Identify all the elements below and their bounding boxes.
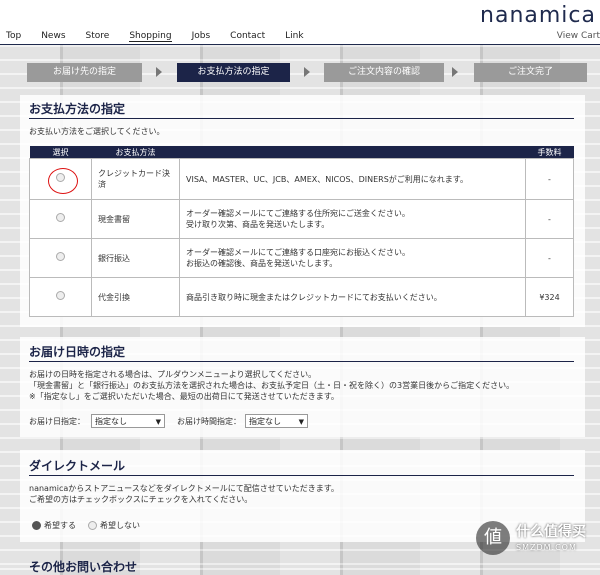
method-name: クレジットカード決済 (91, 158, 180, 200)
step-confirm: ご注文内容の確認 (324, 63, 444, 82)
watermark-text: 什么值得买 (516, 524, 586, 540)
radio-dm-yes[interactable] (32, 521, 41, 530)
chevron-down-icon: ▼ (155, 418, 161, 426)
method-fee: ¥324 (525, 277, 574, 317)
site-header: nanamica Top News Store Shopping Jobs Co… (0, 0, 600, 45)
nav-jobs[interactable]: Jobs (192, 31, 211, 42)
main-nav: Top News Store Shopping Jobs Contact Lin… (6, 31, 324, 42)
col-method: お支払方法 (91, 146, 180, 159)
delivery-title-rule (29, 361, 574, 362)
watermark: 値 什么值得买 SMZDM.COM (476, 517, 596, 561)
step-arrow-icon (452, 67, 458, 77)
payment-title-rule (29, 118, 574, 119)
payment-title: お支払方法の指定 (29, 102, 126, 116)
radio-cell (29, 238, 92, 278)
nav-top[interactable]: Top (6, 31, 21, 42)
delivery-line: 「現金書留」と「銀行振込」のお支払方法を選択された場合は、お支払予定日（土・日・… (29, 381, 515, 390)
method-fee: - (525, 238, 574, 278)
direct-mail-title-rule (29, 475, 574, 476)
radio-cod[interactable] (56, 291, 65, 300)
step-payment: お支払方法の指定 (177, 63, 290, 82)
radio-cash-registered[interactable] (56, 213, 65, 222)
table-row: クレジットカード決済 VISA、MASTER、UC、JCB、AMEX、NICOS… (29, 158, 574, 200)
direct-mail-line: ご希望の方はチェックボックスにチェックを入れてください。 (29, 495, 253, 504)
radio-dm-no[interactable] (88, 521, 97, 530)
method-fee: - (525, 199, 574, 239)
method-desc: オーダー確認メールにてご連絡する住所宛にご送金ください。 受け取り次第、商品を発… (179, 199, 526, 239)
step-arrow-icon (156, 67, 162, 77)
delivery-date-select[interactable]: 指定なし ▼ (91, 414, 165, 428)
col-desc (179, 146, 526, 159)
nav-news[interactable]: News (41, 31, 65, 42)
payment-instruction: お支払い方法をご選択してください。 (29, 127, 165, 136)
chevron-down-icon: ▼ (298, 418, 304, 426)
nav-store[interactable]: Store (86, 31, 110, 42)
radio-cell (29, 199, 92, 239)
table-header-row: 選択 お支払方法 手数料 (29, 146, 574, 159)
radio-bank-transfer[interactable] (56, 252, 65, 261)
step-arrow-icon (304, 67, 310, 77)
delivery-line: お届けの日時を指定される場合は、プルダウンメニューより選択してください。 (29, 370, 317, 379)
dm-no-label: 希望しない (100, 521, 140, 530)
col-fee: 手数料 (525, 146, 574, 159)
direct-mail-title: ダイレクトメール (29, 459, 126, 473)
payment-method-table: 選択 お支払方法 手数料 クレジットカード決済 VISA、MASTER、UC、J… (29, 146, 574, 317)
col-select: 選択 (29, 146, 92, 159)
radio-cell (29, 277, 92, 317)
method-desc: オーダー確認メールにてご連絡する口座宛にお振込ください。 お振込の確認後、商品を… (179, 238, 526, 278)
step-shipping: お届け先の指定 (27, 63, 142, 82)
direct-mail-line: nanamicaからストアニュースなどをダイレクトメールにて配信させていただきま… (29, 484, 339, 493)
site-logo[interactable]: nanamica (480, 3, 596, 28)
next-section-title: その他お問い合わせ (29, 560, 138, 574)
table-row: 現金書留 オーダー確認メールにてご連絡する住所宛にご送金ください。 受け取り次第… (29, 199, 574, 239)
delivery-time-select[interactable]: 指定なし ▼ (245, 414, 308, 428)
delivery-line: ※「指定なし」をご選択いただいた場合、最短の出荷日にて発送させていただきます。 (29, 392, 339, 401)
date-select-value: 指定なし (95, 417, 127, 426)
checkout-steps: お届け先の指定 お支払方法の指定 ご注文内容の確認 ご注文完了 (27, 63, 587, 82)
view-cart-link[interactable]: View Cart (557, 31, 600, 41)
table-row: 銀行振込 オーダー確認メールにてご連絡する口座宛にお振込ください。 お振込の確認… (29, 238, 574, 278)
method-desc: VISA、MASTER、UC、JCB、AMEX、NICOS、DINERSがご利用… (179, 158, 526, 200)
time-select-value: 指定なし (249, 417, 281, 426)
nav-contact[interactable]: Contact (230, 31, 265, 42)
method-desc: 商品引き取り時に現金またはクレジットカードにてお支払いください。 (179, 277, 526, 317)
highlight-circle (48, 168, 78, 194)
nav-divider (0, 44, 600, 45)
step-complete: ご注文完了 (474, 63, 587, 82)
time-label: お届け時間指定： (177, 417, 241, 426)
table-row: 代金引換 商品引き取り時に現金またはクレジットカードにてお支払いください。 ¥3… (29, 277, 574, 317)
watermark-logo-icon: 値 (476, 521, 510, 555)
method-name: 代金引換 (91, 277, 180, 317)
dm-yes-label: 希望する (44, 521, 76, 530)
nav-shopping[interactable]: Shopping (129, 31, 172, 42)
delivery-title: お届け日時の指定 (29, 345, 126, 359)
method-name: 銀行振込 (91, 238, 180, 278)
watermark-sub: SMZDM.COM (516, 543, 577, 552)
method-fee: - (525, 158, 574, 200)
nav-link[interactable]: Link (285, 31, 303, 42)
date-label: お届け日指定： (29, 417, 85, 426)
method-name: 現金書留 (91, 199, 180, 239)
